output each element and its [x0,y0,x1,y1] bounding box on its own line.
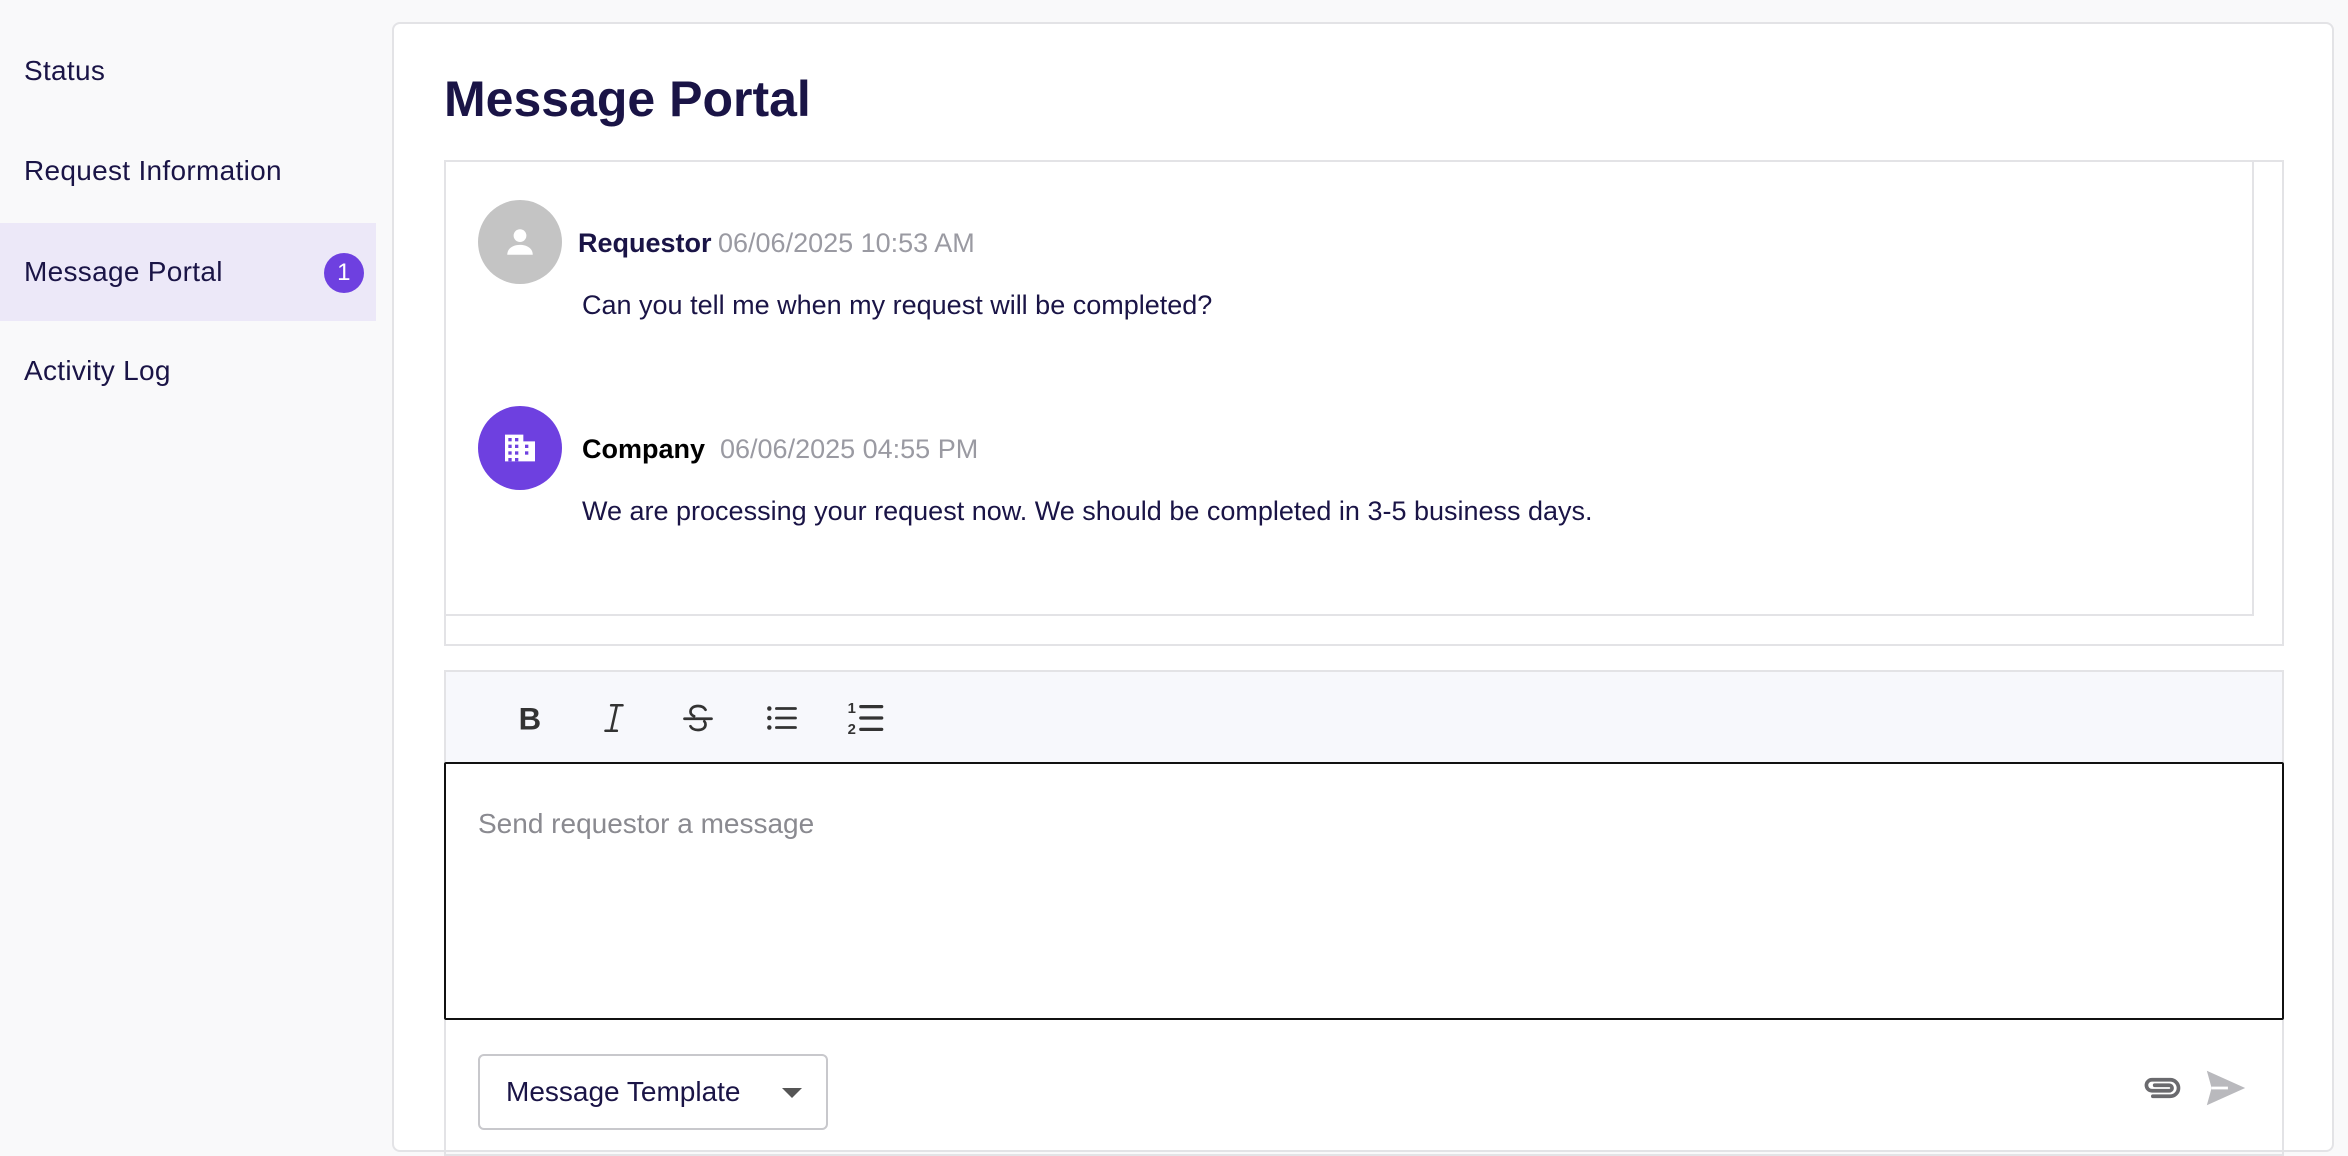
message-author: Company [582,434,706,464]
message-timestamp: 06/06/2025 04:55 PM [720,434,979,464]
message-body: We are processing your request now. We s… [582,496,1593,526]
italic-button[interactable] [586,690,642,746]
page-title: Message Portal [444,71,811,127]
message-author: Requestor [578,228,712,258]
message-portal-card: Message Portal Requestor 06/06/2025 10:5… [392,22,2334,1156]
strikethrough-icon [683,704,713,732]
send-button[interactable] [2198,1060,2254,1116]
message-timestamp: 06/06/2025 10:53 AM [718,228,975,258]
sidebar-item-activity-log[interactable]: Activity Log [0,322,376,420]
sidebar-item-label: Message Portal [24,256,223,287]
company-avatar [478,406,562,490]
sidebar: Status Request Information Message Porta… [0,0,376,1136]
italic-icon [604,703,624,733]
numbered-list-button[interactable]: 1 2 [838,690,894,746]
attach-button[interactable] [2134,1060,2190,1116]
sidebar-item-label: Request Information [24,155,282,186]
message-input[interactable] [444,762,2284,1020]
unread-count-badge: 1 [324,253,364,293]
message-body: Can you tell me when my request will be … [582,290,1213,320]
sidebar-item-status[interactable]: Status [0,22,376,120]
bulleted-list-icon [767,706,797,730]
chevron-down-icon [782,1088,802,1098]
bold-icon: B [519,701,542,735]
svg-text:1: 1 [848,701,856,717]
sidebar-item-message-portal[interactable]: Message Portal 1 [0,223,376,321]
bold-button[interactable]: B [502,690,558,746]
editor-toolbar: B 1 2 [444,670,2284,762]
sidebar-item-label: Activity Log [24,355,171,386]
strikethrough-button[interactable] [670,690,726,746]
requestor-avatar [478,200,562,284]
sidebar-item-request-information[interactable]: Request Information [0,122,376,220]
building-icon [505,434,535,462]
numbered-list-icon: 1 2 [848,701,884,738]
message-template-select[interactable]: Message Template [478,1054,828,1130]
svg-text:B: B [519,701,542,735]
person-icon [507,229,533,255]
bulleted-list-button[interactable] [754,690,810,746]
sidebar-item-label: Status [24,55,106,86]
send-icon [2206,1070,2246,1106]
paperclip-icon [2144,1077,2181,1099]
message-template-label: Message Template [506,1076,741,1107]
message-thread: Requestor 06/06/2025 10:53 AM Can you te… [444,160,2284,646]
svg-text:2: 2 [848,722,856,738]
message-thread-scroll-area[interactable]: Requestor 06/06/2025 10:53 AM Can you te… [446,162,2254,616]
